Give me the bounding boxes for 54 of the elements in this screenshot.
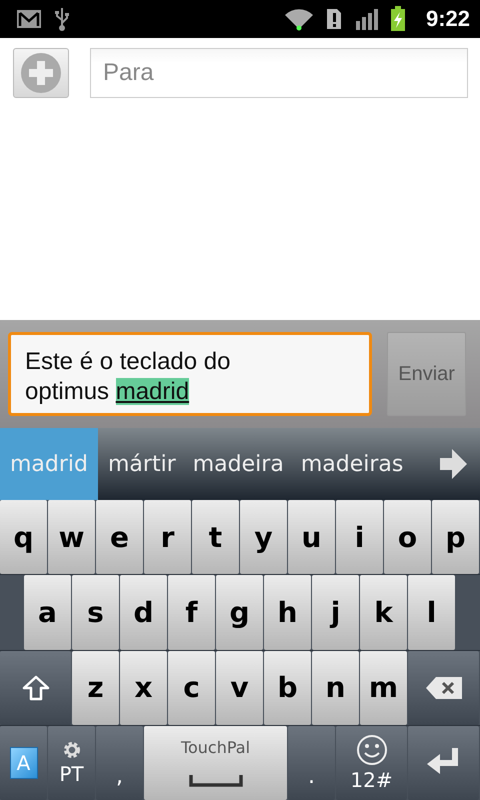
letter-key[interactable]: f	[168, 575, 215, 650]
letter-key[interactable]: v	[216, 650, 263, 725]
letter-key[interactable]: z	[72, 650, 119, 725]
usb-icon	[54, 6, 70, 32]
punctuation-key[interactable]: .	[288, 726, 335, 800]
letter-key[interactable]: s	[72, 575, 119, 650]
language-key[interactable]: PT	[48, 726, 95, 800]
letter-key[interactable]: h	[264, 575, 311, 650]
suggestion-item[interactable]: madeiras	[294, 428, 410, 500]
space-icon	[188, 775, 242, 788]
letter-key[interactable]: a	[24, 575, 71, 650]
letter-key[interactable]: n	[312, 650, 359, 725]
letter-key[interactable]: d	[120, 575, 167, 650]
right-arrow-icon[interactable]	[438, 448, 468, 480]
space-key[interactable]: TouchPal	[144, 726, 287, 800]
letter-key[interactable]: i	[336, 500, 383, 574]
shift-icon	[22, 674, 50, 702]
enter-key[interactable]	[408, 726, 479, 800]
plus-icon	[20, 52, 62, 94]
clock-time: 9:22	[426, 6, 470, 32]
message-text: Este é o teclado do optimus madrid	[25, 347, 232, 407]
punctuation-key[interactable]: ,	[96, 726, 143, 800]
smiley-icon	[356, 734, 388, 766]
suggestion-item[interactable]: mártir	[102, 428, 182, 500]
letter-key[interactable]: y	[240, 500, 287, 574]
backspace-icon	[424, 674, 464, 701]
letter-key[interactable]: j	[312, 575, 359, 650]
letter-key[interactable]: e	[96, 500, 143, 574]
recipient-field[interactable]: Para	[90, 48, 468, 98]
message-field[interactable]: Este é o teclado do optimus madrid	[8, 332, 372, 416]
letter-key[interactable]: r	[144, 500, 191, 574]
battery-charging-icon	[390, 6, 406, 32]
mail-icon	[16, 9, 42, 29]
letter-key[interactable]: p	[432, 500, 479, 574]
shift-key[interactable]	[0, 650, 71, 725]
letter-key[interactable]: o	[384, 500, 431, 574]
letter-key[interactable]: w	[48, 500, 95, 574]
letter-key[interactable]: c	[168, 650, 215, 725]
letter-key[interactable]: m	[360, 650, 407, 725]
backspace-key[interactable]	[408, 650, 479, 725]
wifi-icon	[284, 7, 314, 31]
letter-key[interactable]: u	[288, 500, 335, 574]
letter-key[interactable]: b	[264, 650, 311, 725]
letter-key[interactable]: t	[192, 500, 239, 574]
letter-key[interactable]: g	[216, 575, 263, 650]
letter-key[interactable]: x	[120, 650, 167, 725]
letter-key[interactable]: q	[0, 500, 47, 574]
letter-key[interactable]: k	[360, 575, 407, 650]
letter-key[interactable]: l	[408, 575, 455, 650]
alert-icon	[326, 8, 342, 30]
symbols-key[interactable]: 12#	[336, 726, 407, 800]
signal-icon	[354, 7, 378, 31]
suggestion-item[interactable]: madeira	[186, 428, 290, 500]
gear-icon	[62, 740, 82, 760]
